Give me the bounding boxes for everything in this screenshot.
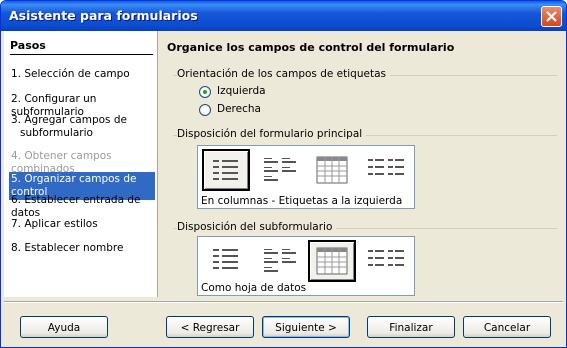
next-button[interactable]: Siguiente > <box>262 316 350 338</box>
datasheet-icon <box>316 247 348 275</box>
cancel-button[interactable]: Cancelar <box>463 316 551 338</box>
main-layout-caption: En columnas - Etiquetas a la izquierda <box>201 195 403 207</box>
radio-left-dot <box>203 90 207 94</box>
subform-layout-picker: Como hoja de datos <box>197 236 415 296</box>
back-button[interactable]: < Regresar <box>166 316 254 338</box>
subform-layout-datasheet[interactable] <box>308 240 356 282</box>
step-3-label-cont: subformulario <box>20 127 93 139</box>
columns-left-labels-icon <box>213 249 238 269</box>
radio-left-label[interactable]: Izquierda <box>217 85 266 97</box>
columns-left-labels-icon <box>213 160 238 180</box>
blocks-left-labels-icon <box>368 159 404 175</box>
subform-layout-group-label: Disposición del subformulario <box>177 221 337 233</box>
subform-layout-columns-left[interactable] <box>202 240 250 282</box>
close-icon <box>546 11 557 22</box>
steps-heading: Pasos <box>10 39 153 55</box>
subform-layout-caption: Como hoja de datos <box>201 282 307 294</box>
page-title: Organice los campos de control del formu… <box>167 41 455 54</box>
finish-button[interactable]: Finalizar <box>367 316 455 338</box>
columns-top-labels-icon <box>264 249 296 272</box>
step-8[interactable]: 8. Establecer nombre <box>9 241 155 256</box>
subform-layout-blocks-left[interactable] <box>362 240 410 282</box>
steps-sidebar: Pasos 1. Selección de campo 2. Configura… <box>4 31 158 297</box>
main-layout-datasheet[interactable] <box>308 149 356 191</box>
main-layout-group-label: Disposición del formulario principal <box>177 128 367 140</box>
step-3[interactable]: 3. Agregar campos de subformulario <box>9 113 155 140</box>
radio-right[interactable] <box>199 104 211 116</box>
blocks-left-labels-icon <box>368 250 404 266</box>
radio-right-label[interactable]: Derecha <box>217 103 261 115</box>
step-3-label: 3. Agregar campos de <box>11 114 127 126</box>
close-button[interactable] <box>541 6 562 27</box>
title-bar[interactable]: Asistente para formularios <box>1 1 566 31</box>
wizard-window: Asistente para formularios Pasos 1. Sele… <box>0 0 567 348</box>
bottom-separator <box>4 301 563 303</box>
radio-left[interactable] <box>199 86 211 98</box>
main-layout-columns-top[interactable] <box>256 149 304 191</box>
main-panel: Organice los campos de control del formu… <box>159 31 564 297</box>
main-layout-picker: En columnas - Etiquetas a la izquierda <box>197 145 415 209</box>
subform-layout-columns-top[interactable] <box>256 240 304 282</box>
datasheet-icon <box>316 156 348 184</box>
step-1[interactable]: 1. Selección de campo <box>9 67 155 82</box>
main-layout-columns-left[interactable] <box>202 149 250 191</box>
orientation-group-label: Orientación de los campos de etiquetas <box>177 68 390 80</box>
main-layout-blocks-left[interactable] <box>362 149 410 191</box>
window-title: Asistente para formularios <box>9 8 198 23</box>
columns-top-labels-icon <box>264 158 296 181</box>
step-7[interactable]: 7. Aplicar estilos <box>9 217 155 232</box>
help-button[interactable]: Ayuda <box>20 316 108 338</box>
